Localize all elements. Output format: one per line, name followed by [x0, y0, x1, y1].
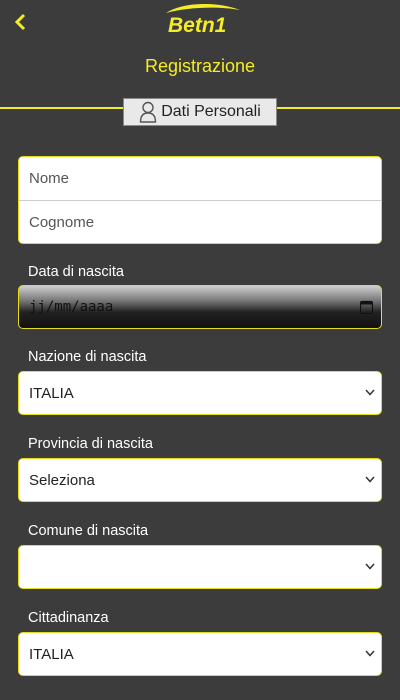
name-fields-card: [18, 156, 382, 244]
citizenship-label: Cittadinanza: [28, 610, 109, 626]
birth-province-label: Provincia di nascita: [28, 436, 153, 452]
birth-date-input[interactable]: jj/mm/aaaa: [18, 285, 382, 329]
logo-text: Betn1: [168, 14, 226, 36]
birth-comune-select[interactable]: [18, 545, 382, 589]
nome-input[interactable]: [19, 157, 381, 200]
birth-nation-select[interactable]: ITALIA: [18, 371, 382, 415]
user-icon: [139, 101, 157, 123]
birth-nation-value: ITALIA: [29, 385, 74, 402]
citizenship-value: ITALIA: [29, 646, 74, 663]
birth-province-select[interactable]: Seleziona: [18, 458, 382, 502]
birth-province-value: Seleziona: [29, 472, 95, 489]
cognome-input[interactable]: [19, 201, 381, 243]
chevron-down-icon: [365, 650, 375, 657]
chevron-down-icon: [365, 563, 375, 570]
chevron-down-icon: [365, 389, 375, 396]
top-bar: Betn1: [0, 0, 400, 44]
citizenship-select[interactable]: ITALIA: [18, 632, 382, 676]
calendar-icon[interactable]: [360, 300, 373, 314]
chevron-down-icon: [365, 476, 375, 483]
birth-date-label: Data di nascita: [28, 264, 124, 280]
page-title: Registrazione: [144, 56, 256, 76]
birth-date-value: jj/mm/aaaa: [29, 299, 114, 315]
chevron-left-icon: [14, 13, 26, 31]
back-button[interactable]: [8, 8, 32, 34]
section-label: Dati Personali: [161, 103, 261, 120]
birth-comune-label: Comune di nascita: [28, 523, 149, 539]
section-tab-personal-data: Dati Personali: [123, 98, 277, 126]
betn1-logo: Betn1: [166, 4, 240, 36]
birth-nation-label: Nazione di nascita: [28, 349, 147, 365]
